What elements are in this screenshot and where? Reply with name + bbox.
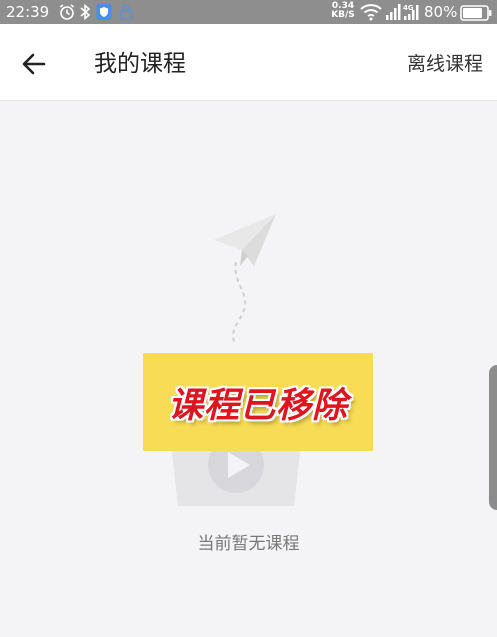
page-title: 我的课程 <box>94 51 186 77</box>
battery-icon <box>460 5 492 21</box>
course-removed-text: 课程已移除 <box>167 385 348 426</box>
battery-percent: 80% <box>424 3 458 21</box>
network-speed: 0.34 KB/S <box>331 2 355 20</box>
empty-state-message: 当前暂无课程 <box>197 534 300 554</box>
alarm-icon <box>59 4 75 20</box>
status-bar: 22:39 0.34 KB/S 4G 80% <box>0 0 497 24</box>
offline-courses-button[interactable]: 离线课程 <box>407 50 483 78</box>
app-header: 我的课程 离线课程 <box>0 24 497 101</box>
paper-plane-icon <box>214 214 276 343</box>
shield-app-icon <box>96 4 112 20</box>
bluetooth-icon <box>80 3 91 21</box>
lock-icon <box>119 4 133 20</box>
wifi-icon <box>360 4 382 21</box>
edge-scroll-handle[interactable] <box>489 365 497 510</box>
course-removed-banner: 课程已移除 <box>143 353 373 451</box>
status-time: 22:39 <box>6 3 50 21</box>
network-speed-unit: KB/S <box>331 10 355 20</box>
back-arrow-icon[interactable] <box>18 48 50 80</box>
signal-icon <box>386 4 401 20</box>
4g-signal-icon: 4G <box>403 4 419 20</box>
